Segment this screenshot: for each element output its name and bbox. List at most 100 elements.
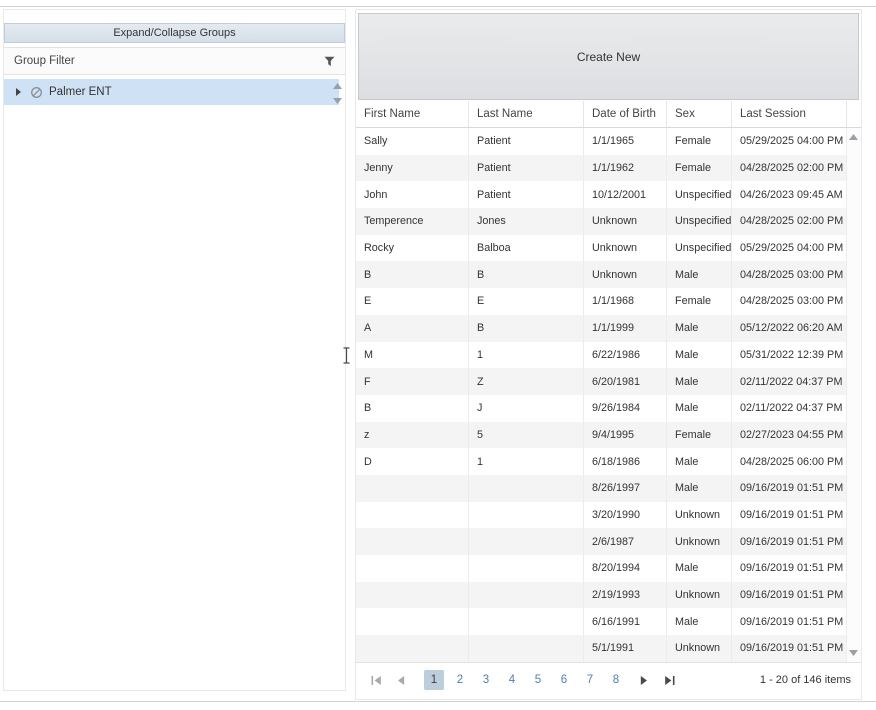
page-button-2[interactable]: 2 (450, 670, 470, 690)
page-button-1[interactable]: 1 (424, 670, 444, 690)
column-header-first-name[interactable]: First Name (356, 101, 469, 127)
table-row[interactable]: EE1/1/1968Female04/28/2025 03:00 PM (356, 288, 861, 315)
cell-first-name: Jenny (356, 155, 469, 182)
cell-last-name (469, 608, 584, 635)
cell-sex: Male (667, 608, 732, 635)
cell-first-name (356, 502, 469, 529)
last-page-button[interactable] (659, 670, 679, 690)
table-row[interactable]: D16/18/1986Male04/28/2025 06:00 PM (356, 448, 861, 475)
text-cursor (342, 347, 351, 369)
cell-last-name: J (469, 395, 584, 422)
table-row[interactable]: M16/22/1986Male05/31/2022 12:39 PM (356, 342, 861, 369)
column-header-last-session[interactable]: Last Session (732, 101, 847, 127)
cell-first-name (356, 528, 469, 555)
cell-date-of-birth: Unknown (584, 208, 667, 235)
scroll-up-icon[interactable] (849, 134, 858, 140)
pager-status: 1 - 20 of 146 items (760, 674, 851, 686)
filter-funnel-icon[interactable] (324, 56, 335, 67)
cell-date-of-birth: 6/18/1986 (584, 448, 667, 475)
cell-sex: Unspecified (667, 235, 732, 262)
cell-last-name: 1 (469, 448, 584, 475)
cell-sex: Male (667, 368, 732, 395)
cell-last-name: Patient (469, 155, 584, 182)
cell-first-name (356, 475, 469, 502)
cell-date-of-birth: 9/26/1984 (584, 395, 667, 422)
table-row[interactable]: 3/20/1990Unknown09/16/2019 01:51 PM (356, 502, 861, 529)
cell-last-session: 09/16/2019 01:51 PM (732, 502, 847, 529)
column-header-sex[interactable]: Sex (667, 101, 732, 127)
grid-scrollbar[interactable] (847, 128, 861, 662)
cell-last-session: 02/27/2023 04:55 PM (732, 422, 847, 449)
first-page-button[interactable] (366, 670, 386, 690)
cell-sex: Unspecified (667, 181, 732, 208)
cell-date-of-birth: 1/1/1999 (584, 315, 667, 342)
table-row[interactable]: z59/4/1995Female02/27/2023 04:55 PM (356, 422, 861, 449)
table-row[interactable]: SallyPatient1/1/1965Female05/29/2025 04:… (356, 128, 861, 155)
next-page-button[interactable] (634, 670, 654, 690)
cell-date-of-birth: 5/1/1991 (584, 635, 667, 662)
expand-arrow-icon[interactable] (16, 88, 21, 96)
cell-last-name (469, 555, 584, 582)
cell-last-session: 05/31/2022 12:39 PM (732, 342, 847, 369)
scroll-up-icon[interactable] (333, 83, 342, 89)
cell-date-of-birth: 6/16/1991 (584, 608, 667, 635)
page-button-5[interactable]: 5 (528, 670, 548, 690)
page-button-3[interactable]: 3 (476, 670, 496, 690)
table-row[interactable]: JennyPatient1/1/1962Female04/28/2025 02:… (356, 155, 861, 182)
cell-first-name: E (356, 288, 469, 315)
cell-first-name: M (356, 342, 469, 369)
table-row[interactable]: TemperenceJonesUnknownUnspecified04/28/2… (356, 208, 861, 235)
cell-sex: Female (667, 155, 732, 182)
table-row[interactable]: FZ6/20/1981Male02/11/2022 04:37 PM (356, 368, 861, 395)
cell-first-name (356, 555, 469, 582)
cell-sex: Male (667, 315, 732, 342)
patient-browser-window: Expand/Collapse Groups Group Filter Palm… (0, 6, 876, 702)
cell-first-name (356, 608, 469, 635)
table-row[interactable]: RockyBalboaUnknownUnspecified05/29/2025 … (356, 235, 861, 262)
page-button-4[interactable]: 4 (502, 670, 522, 690)
page-button-6[interactable]: 6 (554, 670, 574, 690)
previous-page-button[interactable] (391, 670, 411, 690)
cell-first-name (356, 635, 469, 662)
cell-last-session: 05/12/2022 06:20 AM (732, 315, 847, 342)
table-row[interactable]: 2/19/1993Unknown09/16/2019 01:51 PM (356, 582, 861, 609)
cell-first-name (356, 582, 469, 609)
cell-date-of-birth: Unknown (584, 235, 667, 262)
table-row[interactable]: 6/16/1991Male09/16/2019 01:51 PM (356, 608, 861, 635)
expand-collapse-groups-button[interactable]: Expand/Collapse Groups (4, 23, 345, 43)
table-row[interactable]: 5/1/1991Unknown09/16/2019 01:51 PM (356, 635, 861, 662)
cell-last-name: Patient (469, 128, 584, 155)
table-row[interactable]: AB1/1/1999Male05/12/2022 06:20 AM (356, 315, 861, 342)
cell-sex: Unknown (667, 502, 732, 529)
tree-item-palmer-ent[interactable]: Palmer ENT (4, 79, 339, 105)
cell-sex: Male (667, 475, 732, 502)
table-row[interactable]: 2/6/1987Unknown09/16/2019 01:51 PM (356, 528, 861, 555)
scroll-down-icon[interactable] (333, 98, 342, 104)
table-row[interactable]: 8/20/1994Male09/16/2019 01:51 PM (356, 555, 861, 582)
create-new-button[interactable]: Create New (358, 13, 859, 100)
cell-last-session: 09/16/2019 01:51 PM (732, 582, 847, 609)
cell-last-session: 04/28/2025 02:00 PM (732, 155, 847, 182)
cell-last-name (469, 502, 584, 529)
table-row[interactable]: JohnPatient10/12/2001Unspecified04/26/20… (356, 181, 861, 208)
column-header-date-of-birth[interactable]: Date of Birth (584, 101, 667, 127)
cell-sex: Female (667, 422, 732, 449)
group-tree: Palmer ENT (4, 75, 345, 679)
cell-date-of-birth: 10/12/2001 (584, 181, 667, 208)
cell-first-name: Temperence (356, 208, 469, 235)
group-filter-field[interactable]: Group Filter (4, 47, 345, 75)
cell-first-name: B (356, 261, 469, 288)
page-button-7[interactable]: 7 (580, 670, 600, 690)
cell-sex: Unknown (667, 582, 732, 609)
cell-last-name (469, 582, 584, 609)
table-row[interactable]: 8/26/1997Male09/16/2019 01:51 PM (356, 475, 861, 502)
cell-last-session: 09/16/2019 01:51 PM (732, 528, 847, 555)
page-button-8[interactable]: 8 (606, 670, 626, 690)
column-header-last-name[interactable]: Last Name (469, 101, 584, 127)
cell-first-name: z (356, 422, 469, 449)
cell-date-of-birth: 8/20/1994 (584, 555, 667, 582)
table-row[interactable]: BBUnknownMale04/28/2025 03:00 PM (356, 261, 861, 288)
scroll-down-icon[interactable] (849, 650, 858, 656)
cell-first-name: Sally (356, 128, 469, 155)
table-row[interactable]: BJ9/26/1984Male02/11/2022 04:37 PM (356, 395, 861, 422)
